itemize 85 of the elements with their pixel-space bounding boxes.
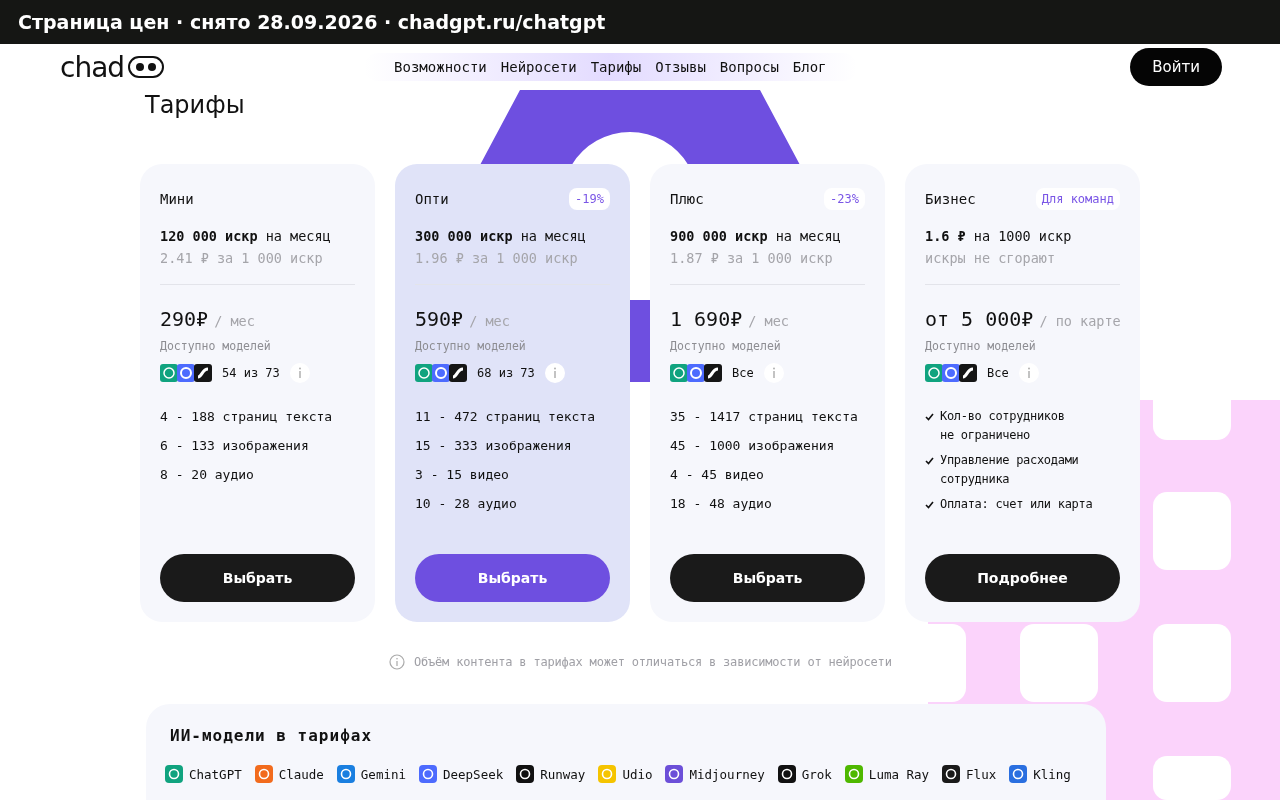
eyes-icon — [128, 56, 165, 78]
feature-text: 35 - 1417 страниц текста — [670, 408, 859, 426]
models-count: Все — [987, 366, 1009, 380]
nav-link[interactable]: Возможности — [394, 59, 487, 75]
check-icon — [925, 501, 934, 509]
plan-button[interactable]: Выбрать — [160, 554, 355, 602]
feature-text: 15 - 333 изображения — [415, 437, 573, 455]
feature-text: 4 - 188 страниц текста — [160, 408, 334, 426]
plan-name: Плюс — [670, 191, 704, 207]
plan-name: Опти — [415, 191, 449, 207]
sparks-text: 1.6 ₽ на 1000 искр — [925, 228, 1073, 244]
model-name[interactable]: Kling — [1033, 766, 1071, 782]
info-icon[interactable] — [1018, 363, 1039, 383]
logo-text[interactable]: chad — [60, 50, 125, 84]
model-name[interactable]: Gemini — [360, 766, 406, 782]
sparks-text: 900 000 искр на месяц — [670, 228, 842, 244]
plan-button[interactable]: Выбрать — [670, 554, 865, 602]
panel-title: ИИ-модели в тарифах — [170, 726, 374, 745]
period-text: / мес — [748, 313, 789, 329]
period-text: / по карте — [1039, 313, 1121, 329]
note-text: Объём контента в тарифах может отличаться в зависимости от нейросети — [414, 655, 892, 669]
model-name[interactable]: Grok — [801, 766, 832, 782]
plan-badge: -23% — [824, 188, 865, 210]
price-text: от 5 000₽ — [925, 307, 1034, 331]
caption-text: Страница цен · снято 28.09.2026 · chadgpt.ru/chatgpt — [18, 11, 606, 33]
model-name[interactable]: Luma Ray — [868, 766, 930, 782]
model-name[interactable]: DeepSeek — [443, 766, 504, 782]
model-name[interactable]: Udio — [622, 766, 653, 782]
model-logos-icon — [415, 364, 467, 382]
feature-text: 18 - 48 аудио — [670, 495, 773, 513]
models-count: 54 из 73 — [222, 366, 280, 380]
feature-text: Управление расходами сотрудника — [940, 452, 1079, 488]
price-text: 1 690₽ — [670, 307, 743, 331]
feature-text: Кол-во сотрудников не ограничено — [940, 408, 1065, 444]
model-logos-icon — [925, 364, 977, 382]
model-name[interactable]: ChatGPT — [189, 766, 242, 782]
period-text: / мес — [469, 313, 510, 329]
login-button[interactable]: Войти — [1130, 48, 1222, 86]
feature-text: 4 - 45 видео — [670, 466, 765, 484]
model-name[interactable]: Runway — [540, 766, 586, 782]
check-icon — [925, 457, 934, 465]
feature-text: 3 - 15 видео — [415, 466, 510, 484]
nav-link[interactable]: Отзывы — [655, 59, 706, 75]
price-text: 590₽ — [415, 307, 464, 331]
model-logos-icon — [160, 364, 212, 382]
info-icon[interactable] — [763, 363, 784, 383]
models-label: Доступно моделей — [925, 339, 1037, 353]
models-label: Доступно моделей — [670, 339, 782, 353]
feature-text: 11 - 472 страниц текста — [415, 408, 596, 426]
feature-text: 45 - 1000 изображения — [670, 437, 836, 455]
plan-name: Бизнес — [925, 191, 976, 207]
check-icon — [925, 413, 934, 421]
price-text: 290₽ — [160, 307, 209, 331]
info-icon[interactable] — [289, 363, 310, 383]
model-name[interactable]: Flux — [966, 766, 997, 782]
rate-text: 1.87 ₽ за 1 000 искр — [670, 250, 834, 266]
page-title: Тарифы — [145, 90, 245, 120]
feature-text: 8 - 20 аудио — [160, 466, 255, 484]
period-text: / мес — [214, 313, 255, 329]
info-icon — [389, 654, 405, 670]
plan-badge: -19% — [569, 188, 610, 210]
feature-text: 10 - 28 аудио — [415, 495, 518, 513]
feature-text: 6 - 133 изображения — [160, 437, 310, 455]
sparks-text: 120 000 искр на месяц — [160, 228, 332, 244]
model-logos-icon — [670, 364, 722, 382]
plan-badge: Для команд — [1035, 188, 1120, 210]
nav-link[interactable]: Блог — [792, 59, 827, 75]
rate-text: 2.41 ₽ за 1 000 искр — [160, 250, 324, 266]
nav-link[interactable]: Вопросы — [719, 59, 779, 75]
sparks-text: 300 000 искр на месяц — [415, 228, 587, 244]
models-label: Доступно моделей — [160, 339, 272, 353]
plan-button[interactable]: Подробнее — [925, 554, 1120, 602]
plan-name: Мини — [160, 191, 194, 207]
nav-link[interactable]: Тарифы — [590, 59, 642, 75]
plan-button[interactable]: Выбрать — [415, 554, 610, 602]
rate-text: 1.96 ₽ за 1 000 искр — [415, 250, 579, 266]
models-count: Все — [732, 366, 754, 380]
rate-text: искры не сгорают — [925, 250, 1057, 266]
models-label: Доступно моделей — [415, 339, 527, 353]
model-name[interactable]: Claude — [278, 766, 324, 782]
nav-link[interactable]: Нейросети — [500, 59, 577, 75]
feature-text: Оплата: счет или карта — [940, 496, 1093, 513]
info-icon[interactable] — [544, 363, 565, 383]
model-name[interactable]: Midjourney — [689, 766, 765, 782]
models-count: 68 из 73 — [477, 366, 535, 380]
